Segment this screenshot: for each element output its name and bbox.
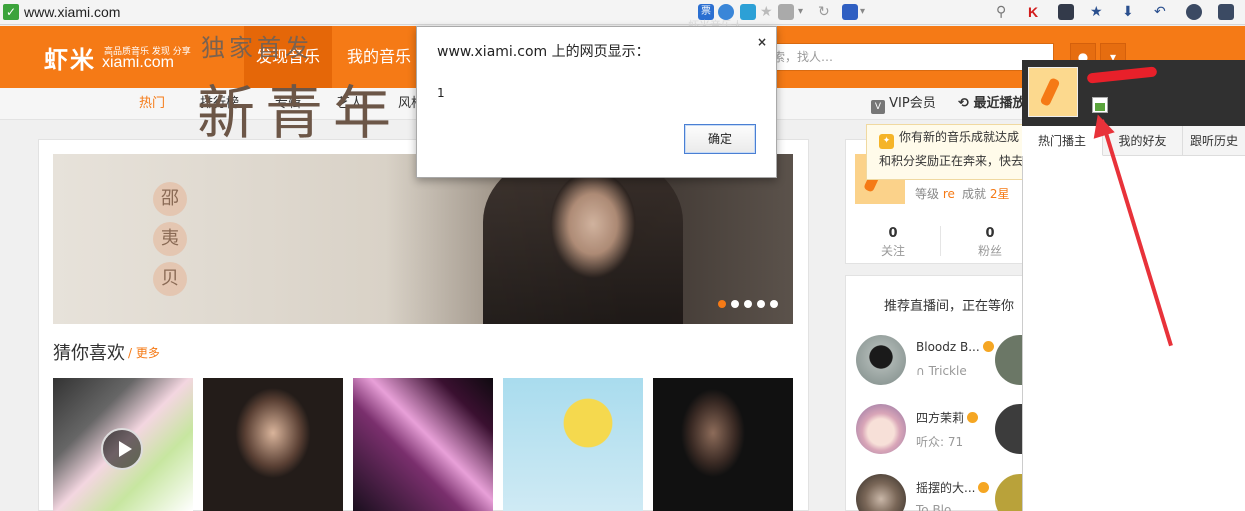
download-icon[interactable]: ⬇: [1122, 2, 1134, 22]
carousel-dot[interactable]: [718, 300, 726, 308]
medal-icon: ✦: [879, 134, 894, 149]
album-cover[interactable]: [653, 378, 793, 511]
achievement-label: 成就: [962, 187, 987, 201]
star-icon[interactable]: ★: [760, 2, 773, 22]
vip-badge-icon: [982, 341, 994, 352]
vip-label: VIP会员: [889, 96, 936, 111]
level-value: re: [942, 187, 955, 201]
ok-button[interactable]: 确定: [684, 124, 756, 154]
album-cover[interactable]: [53, 378, 193, 511]
tab-listen-history[interactable]: 跟听历史: [1183, 126, 1245, 156]
live-host-avatar[interactable]: [856, 404, 906, 454]
fans-count[interactable]: 0: [970, 226, 1010, 241]
banner-artist-char: 邵: [153, 182, 187, 216]
printer-icon[interactable]: [1058, 4, 1074, 20]
search-input[interactable]: 索，找人…: [760, 43, 1054, 71]
k-icon[interactable]: K: [1028, 2, 1038, 22]
fans-label: 粉丝: [977, 244, 1002, 258]
tip-line-2: 和积分奖励正在奔来，快去: [879, 154, 1024, 168]
play-icon[interactable]: [101, 428, 143, 470]
banner-photo: [483, 154, 683, 324]
broken-image-icon[interactable]: [1092, 97, 1108, 113]
tip-line-1: 你有新的音乐成就达成: [899, 130, 1020, 144]
level-label: 等级: [915, 187, 940, 201]
refresh-icon[interactable]: ↻: [818, 2, 830, 22]
recent-play-link[interactable]: ⟲ 最近播放: [958, 88, 1025, 120]
live-host-sub-text: Trickle: [928, 364, 967, 378]
achievement-info: 成就 2星: [962, 185, 1009, 202]
banner-artist-char: 贝: [153, 262, 187, 296]
banner-subtitle: 独家首发: [201, 34, 313, 62]
achievement-value[interactable]: 2星: [990, 187, 1010, 201]
vip-badge-icon: [978, 482, 990, 493]
following-count[interactable]: 0: [873, 226, 913, 241]
favorite-star-icon[interactable]: ★: [1090, 2, 1103, 22]
search-icon[interactable]: ⚲: [996, 2, 1006, 22]
level-info: 等级 re: [915, 185, 955, 202]
banner-artist-char: 夷: [153, 222, 187, 256]
live-host-name[interactable]: 四方茉莉: [916, 409, 979, 426]
live-host-name[interactable]: 摇摆的大...: [916, 479, 990, 496]
alert-dialog: www.xiami.com 上的网页显示： × 1 确定: [416, 26, 777, 178]
chevron-down-icon[interactable]: ▾: [798, 2, 803, 22]
vip-link[interactable]: V VIP会员: [871, 88, 936, 120]
headphones-icon: ∩: [916, 364, 929, 378]
vip-icon: V: [871, 100, 885, 114]
paw-search-icon[interactable]: [842, 4, 858, 20]
secure-check-icon: ✓: [3, 4, 19, 20]
dialog-message: 1: [437, 86, 445, 100]
live-rooms-title: 推荐直播间，正在等你: [884, 299, 1015, 314]
album-cover[interactable]: [353, 378, 493, 511]
address-bar[interactable]: www.xiami.com: [24, 4, 120, 20]
live-host-name-text: 四方茉莉: [916, 411, 965, 425]
undo-icon[interactable]: ↶: [1154, 2, 1166, 22]
tablet-icon[interactable]: [1218, 4, 1234, 20]
qr-icon[interactable]: [778, 4, 794, 20]
tab-my-friends[interactable]: 我的好友: [1103, 126, 1183, 156]
carousel-dot[interactable]: [744, 300, 752, 308]
live-host-name-text: 摇摆的大...: [916, 481, 976, 495]
dropdown-avatar[interactable]: [1028, 67, 1078, 117]
live-host-avatar[interactable]: [856, 335, 906, 385]
live-host-sub: ∩ Trickle: [916, 364, 967, 378]
recommend-more-link[interactable]: / 更多: [128, 344, 160, 361]
close-icon[interactable]: ×: [757, 35, 767, 49]
live-host-name-text: Bloodz B...: [916, 340, 980, 354]
achievement-tip[interactable]: ✦ 你有新的音乐成就达成 和积分奖励正在奔来，快去: [866, 124, 1036, 180]
subnav-hot[interactable]: 热门: [139, 88, 165, 120]
carousel-dot[interactable]: [731, 300, 739, 308]
recent-play-label: 最近播放: [973, 96, 1026, 111]
live-host-name[interactable]: Bloodz B...: [916, 340, 994, 354]
dialog-title: www.xiami.com 上的网页显示：: [437, 44, 650, 60]
following-label: 关注: [880, 244, 905, 258]
chevron-down-icon[interactable]: ▾: [860, 2, 865, 22]
banner-title: 新青年: [197, 79, 402, 147]
album-cover[interactable]: [203, 378, 343, 511]
vip-badge-icon: [967, 412, 979, 423]
browser-toolbar: ✓ www.xiami.com 票 ★ ▾ ↻ ▾ ⚲ K ★ ⬇ ↶: [0, 0, 1245, 25]
divider: [940, 226, 941, 256]
logo-en: xiami.com: [102, 54, 175, 71]
live-host-sub: To Blo: [916, 503, 952, 511]
live-host-sub: 听众: 71: [916, 435, 964, 449]
carousel-dot[interactable]: [757, 300, 765, 308]
album-cover[interactable]: [503, 378, 643, 511]
gamepad-icon[interactable]: [1186, 4, 1202, 20]
logo[interactable]: 虾米: [44, 40, 96, 75]
clock-icon: ⟲: [958, 96, 969, 111]
recommend-title: 猜你喜欢: [53, 343, 125, 364]
carousel-dot[interactable]: [770, 300, 778, 308]
